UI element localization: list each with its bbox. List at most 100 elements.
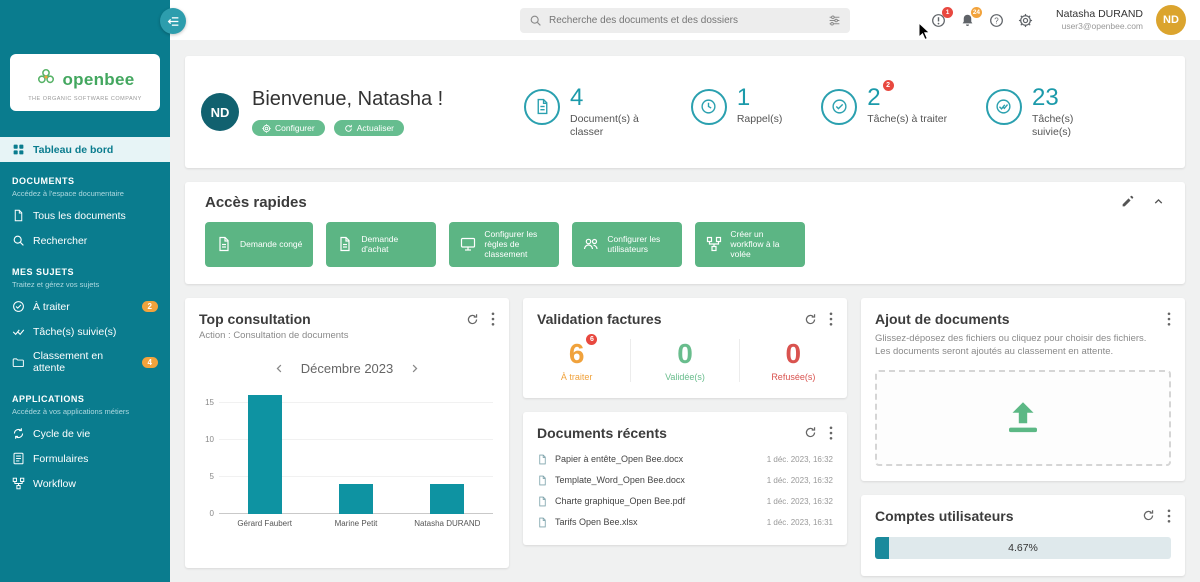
kebab-menu-icon[interactable] [829, 312, 833, 326]
quick-access-demande-conge[interactable]: Demande congé [205, 222, 313, 267]
chart-y-axis: 051015 [201, 388, 219, 514]
stat-taches-suivies[interactable]: 23 Tâche(s) suivie(s) [986, 85, 1114, 139]
sidebar-item-label: Cycle de vie [33, 428, 90, 440]
chart-bar [430, 484, 464, 514]
stat-documents-a-classer[interactable]: 4 Document(s) à classer [524, 85, 652, 139]
quick-access-configurer-utilisateurs[interactable]: Configurer les utilisateurs [572, 222, 682, 267]
kebab-menu-icon[interactable] [1167, 509, 1171, 523]
settings-button[interactable] [1017, 12, 1033, 28]
sidebar-item-a-traiter[interactable]: À traiter 2 [0, 294, 170, 319]
edit-pencil-icon[interactable] [1121, 195, 1134, 208]
refresh-icon[interactable] [466, 313, 479, 326]
dropzone-description: Glissez-déposez des fichiers ou cliquez … [861, 327, 1185, 359]
file-icon [537, 517, 548, 528]
menu-fold-icon [167, 15, 180, 28]
sidebar-item-taches-suivies[interactable]: Tâche(s) suivie(s) [0, 319, 170, 344]
stat-badge: 6 [586, 334, 597, 345]
clock-icon [691, 89, 727, 125]
document-list-item[interactable]: Charte graphique_Open Bee.pdf 1 déc. 202… [537, 491, 833, 512]
form-icon [12, 452, 25, 465]
stat-value: 23 [1032, 85, 1059, 110]
invoices-refused[interactable]: 0 Refusée(s) [739, 339, 847, 382]
sidebar-item-label: Formulaires [33, 453, 88, 465]
month-label: Décembre 2023 [301, 361, 394, 376]
invoices-to-process[interactable]: 66 À traiter [523, 339, 630, 382]
refresh-button[interactable]: Actualiser [334, 120, 404, 136]
sidebar-item-dashboard[interactable]: Tableau de bord [0, 137, 170, 162]
kebab-menu-icon[interactable] [491, 312, 495, 326]
stat-taches-a-traiter[interactable]: 22 Tâche(s) à traiter [821, 85, 947, 139]
card-title: Comptes utilisateurs [875, 508, 1130, 524]
file-dropzone[interactable] [875, 370, 1171, 466]
users-icon [583, 236, 599, 252]
sidebar-item-cycle-de-vie[interactable]: Cycle de vie [0, 421, 170, 446]
check-circle-icon [821, 89, 857, 125]
file-icon [537, 496, 548, 507]
alerts-button[interactable]: 1 [930, 12, 946, 28]
sidebar-item-label: À traiter [33, 301, 70, 313]
top-consultation-card: Top consultation Action : Consultation d… [185, 298, 509, 568]
chevron-up-icon[interactable] [1152, 195, 1165, 208]
stat-value: 0 [786, 339, 802, 370]
sidebar-item-tous-les-documents[interactable]: Tous les documents [0, 203, 170, 228]
prev-month-icon[interactable] [274, 363, 285, 374]
next-month-icon[interactable] [409, 363, 420, 374]
file-icon [537, 475, 548, 486]
help-button[interactable]: ? [988, 12, 1004, 28]
user-menu[interactable]: Natasha DURAND user3@openbee.com [1056, 8, 1143, 32]
notifications-button[interactable]: 24 [959, 12, 975, 28]
notification-count-badge: 24 [971, 7, 982, 18]
sidebar-item-formulaires[interactable]: Formulaires [0, 446, 170, 471]
workflow-icon [12, 477, 25, 490]
sidebar-section-documents: DOCUMENTS Accédez à l'espace documentair… [0, 162, 170, 203]
stat-label: Rappel(s) [737, 113, 783, 126]
configure-button[interactable]: Configurer [252, 120, 325, 136]
quick-access-creer-workflow[interactable]: Créer un workflow à la volée [695, 222, 805, 267]
svg-text:?: ? [994, 16, 999, 25]
refresh-icon[interactable] [804, 313, 817, 326]
stat-value: 66 [569, 339, 585, 370]
add-documents-card: Ajout de documents Glissez-déposez des f… [861, 298, 1185, 481]
stat-label: Tâche(s) à traiter [867, 113, 947, 126]
document-icon [12, 209, 25, 222]
section-title: MES SUJETS [12, 267, 158, 277]
gear-icon [262, 124, 271, 133]
question-circle-icon: ? [989, 13, 1004, 28]
logo-text: openbee [62, 70, 134, 90]
document-list-item[interactable]: Template_Word_Open Bee.docx 1 déc. 2023,… [537, 470, 833, 491]
quick-access-title: Accès rapides [205, 194, 1165, 211]
document-name: Charte graphique_Open Bee.pdf [555, 496, 760, 506]
search-input[interactable] [549, 15, 821, 26]
logo-card[interactable]: openbee THE ORGANIC SOFTWARE COMPANY [10, 54, 160, 111]
kebab-menu-icon[interactable] [1167, 312, 1171, 326]
user-avatar[interactable]: ND [1156, 5, 1186, 35]
sidebar-item-label: Rechercher [33, 235, 87, 247]
sidebar: openbee THE ORGANIC SOFTWARE COMPANY Tab… [0, 0, 170, 582]
welcome-title: Bienvenue, Natasha ! [252, 88, 443, 111]
stat-label: Tâche(s) suivie(s) [1032, 113, 1114, 139]
document-list-item[interactable]: Tarifs Open Bee.xlsx 1 déc. 2023, 16:31 [537, 512, 833, 533]
sidebar-section-applications: APPLICATIONS Accédez à vos applications … [0, 380, 170, 421]
openbee-logo-icon [35, 66, 57, 93]
document-date: 1 déc. 2023, 16:32 [767, 497, 833, 506]
document-icon [216, 236, 232, 252]
kebab-menu-icon[interactable] [829, 426, 833, 440]
stat-rappels[interactable]: 1 Rappel(s) [691, 85, 783, 139]
stat-label: Refusée(s) [740, 372, 847, 382]
document-list-item[interactable]: Papier à entête_Open Bee.docx 1 déc. 202… [537, 449, 833, 470]
quick-access-demande-achat[interactable]: Demande d'achat [326, 222, 436, 267]
refresh-icon[interactable] [1142, 509, 1155, 522]
quick-access-configurer-regles[interactable]: Configurer les règles de classement [449, 222, 559, 267]
validation-factures-card: Validation factures 66 À traiter 0 [523, 298, 847, 398]
sidebar-item-classement-en-attente[interactable]: Classement en attente 4 [0, 344, 170, 380]
filter-tune-icon[interactable] [828, 14, 841, 27]
cycle-icon [12, 427, 25, 440]
consultation-chart: 051015 Gérard FaubertMarine PetitNatasha… [185, 376, 509, 528]
sidebar-item-rechercher[interactable]: Rechercher [0, 228, 170, 253]
refresh-icon[interactable] [804, 426, 817, 439]
sidebar-collapse-button[interactable] [160, 8, 186, 34]
document-name: Papier à entête_Open Bee.docx [555, 454, 760, 464]
search-bar[interactable] [520, 8, 850, 33]
sidebar-item-workflow[interactable]: Workflow [0, 471, 170, 496]
invoices-validated[interactable]: 0 Validée(s) [630, 339, 738, 382]
